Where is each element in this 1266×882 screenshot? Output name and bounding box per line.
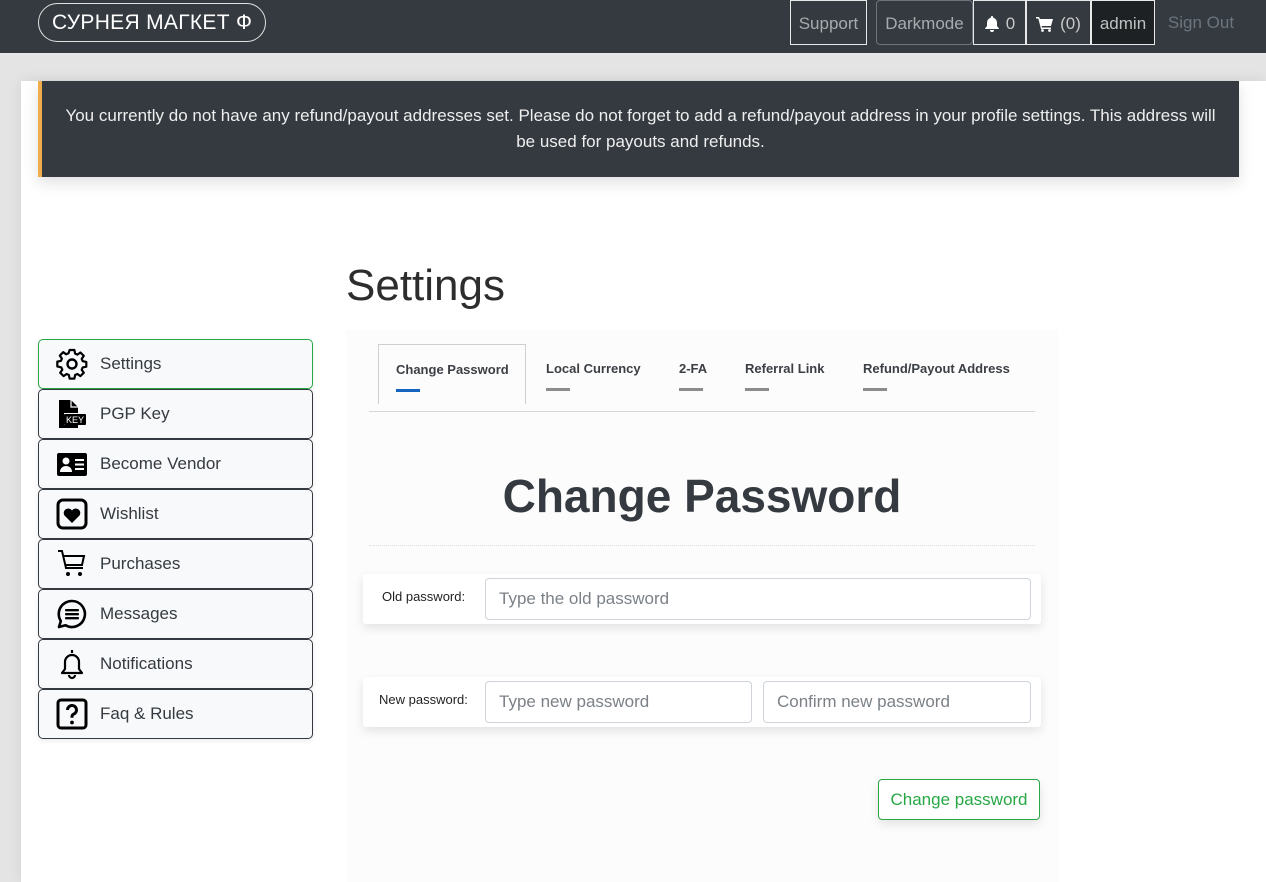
support-button[interactable]: Support [790, 0, 867, 45]
sidebar-item-label: Become Vendor [100, 454, 221, 473]
tab-indicator [863, 388, 887, 391]
old-password-label: Old password: [382, 589, 466, 604]
change-password-button[interactable]: Change password [878, 779, 1040, 820]
tab-2fa[interactable]: 2-FA [679, 344, 707, 403]
tab-refund-payout-address[interactable]: Refund/Payout Address [863, 344, 1010, 403]
sidebar-item-notifications[interactable]: Notifications [38, 639, 313, 689]
sidebar-item-label: Settings [100, 354, 162, 373]
bell-icon [984, 16, 999, 32]
question-icon [55, 697, 89, 731]
new-password-input[interactable] [485, 681, 752, 723]
tab-label: Change Password [396, 362, 509, 377]
navbar: СУРНЕЯ МАГКЕТ Ф Support Darkmode 0 (0) a… [0, 0, 1266, 54]
settings-panel: Change Password Local Currency 2-FA Refe… [346, 330, 1058, 882]
tab-label: 2-FA [679, 361, 708, 376]
cart-button[interactable]: (0) [1026, 0, 1091, 45]
sidebar-item-label: Notifications [100, 654, 193, 673]
notifications-button[interactable]: 0 [973, 0, 1026, 45]
sidebar: Settings KEY PGP Key Become Vendor Wishl… [38, 339, 313, 739]
section-title: Change Password [369, 469, 1035, 546]
tab-label: Refund/Payout Address [863, 361, 1010, 376]
sign-out-link[interactable]: Sign Out [1160, 0, 1242, 45]
svg-text:KEY: KEY [66, 415, 84, 425]
sidebar-item-pgp-key[interactable]: KEY PGP Key [38, 389, 313, 439]
tab-change-password[interactable]: Change Password [378, 344, 526, 404]
tab-indicator [546, 388, 570, 391]
settings-tabs: Change Password Local Currency 2-FA Refe… [369, 330, 1035, 412]
gear-icon [55, 347, 89, 381]
confirm-password-input[interactable] [763, 681, 1031, 723]
new-password-row: New password: [363, 677, 1041, 727]
notifications-count: 0 [1005, 14, 1016, 33]
key-file-icon: KEY [55, 397, 89, 431]
tab-indicator [679, 388, 703, 391]
id-card-icon [55, 447, 89, 481]
tab-label: Referral Link [745, 361, 825, 376]
user-menu-button[interactable]: admin [1091, 0, 1155, 45]
old-password-row: Old password: [363, 574, 1041, 624]
sidebar-item-label: Wishlist [100, 504, 159, 523]
sidebar-item-label: PGP Key [100, 404, 170, 423]
chat-icon [55, 597, 89, 631]
new-password-label: New password: [379, 692, 468, 707]
sidebar-item-settings[interactable]: Settings [38, 339, 313, 389]
brand-logo[interactable]: СУРНЕЯ МАГКЕТ Ф [38, 3, 267, 42]
sidebar-item-label: Faq & Rules [100, 704, 194, 723]
tab-indicator [745, 388, 769, 391]
sidebar-item-faq-rules[interactable]: Faq & Rules [38, 689, 313, 739]
main-container: You currently do not have any refund/pay… [21, 81, 1266, 882]
cart-count: (0) [1060, 14, 1081, 33]
payout-address-alert: You currently do not have any refund/pay… [38, 81, 1239, 177]
sidebar-item-label: Messages [100, 604, 178, 623]
tab-local-currency[interactable]: Local Currency [546, 344, 641, 403]
page-title: Settings [346, 261, 505, 310]
tab-indicator [396, 389, 420, 392]
bell-icon [55, 647, 89, 681]
sidebar-item-label: Purchases [100, 554, 181, 573]
tab-referral-link[interactable]: Referral Link [745, 344, 824, 403]
old-password-input[interactable] [485, 578, 1031, 620]
tab-label: Local Currency [546, 361, 641, 376]
sidebar-item-wishlist[interactable]: Wishlist [38, 489, 313, 539]
heart-icon [55, 497, 89, 531]
cart-icon [55, 547, 89, 581]
sidebar-item-messages[interactable]: Messages [38, 589, 313, 639]
darkmode-button[interactable]: Darkmode [876, 0, 973, 45]
sidebar-item-purchases[interactable]: Purchases [38, 539, 313, 589]
sidebar-item-become-vendor[interactable]: Become Vendor [38, 439, 313, 489]
cart-icon [1036, 17, 1054, 32]
